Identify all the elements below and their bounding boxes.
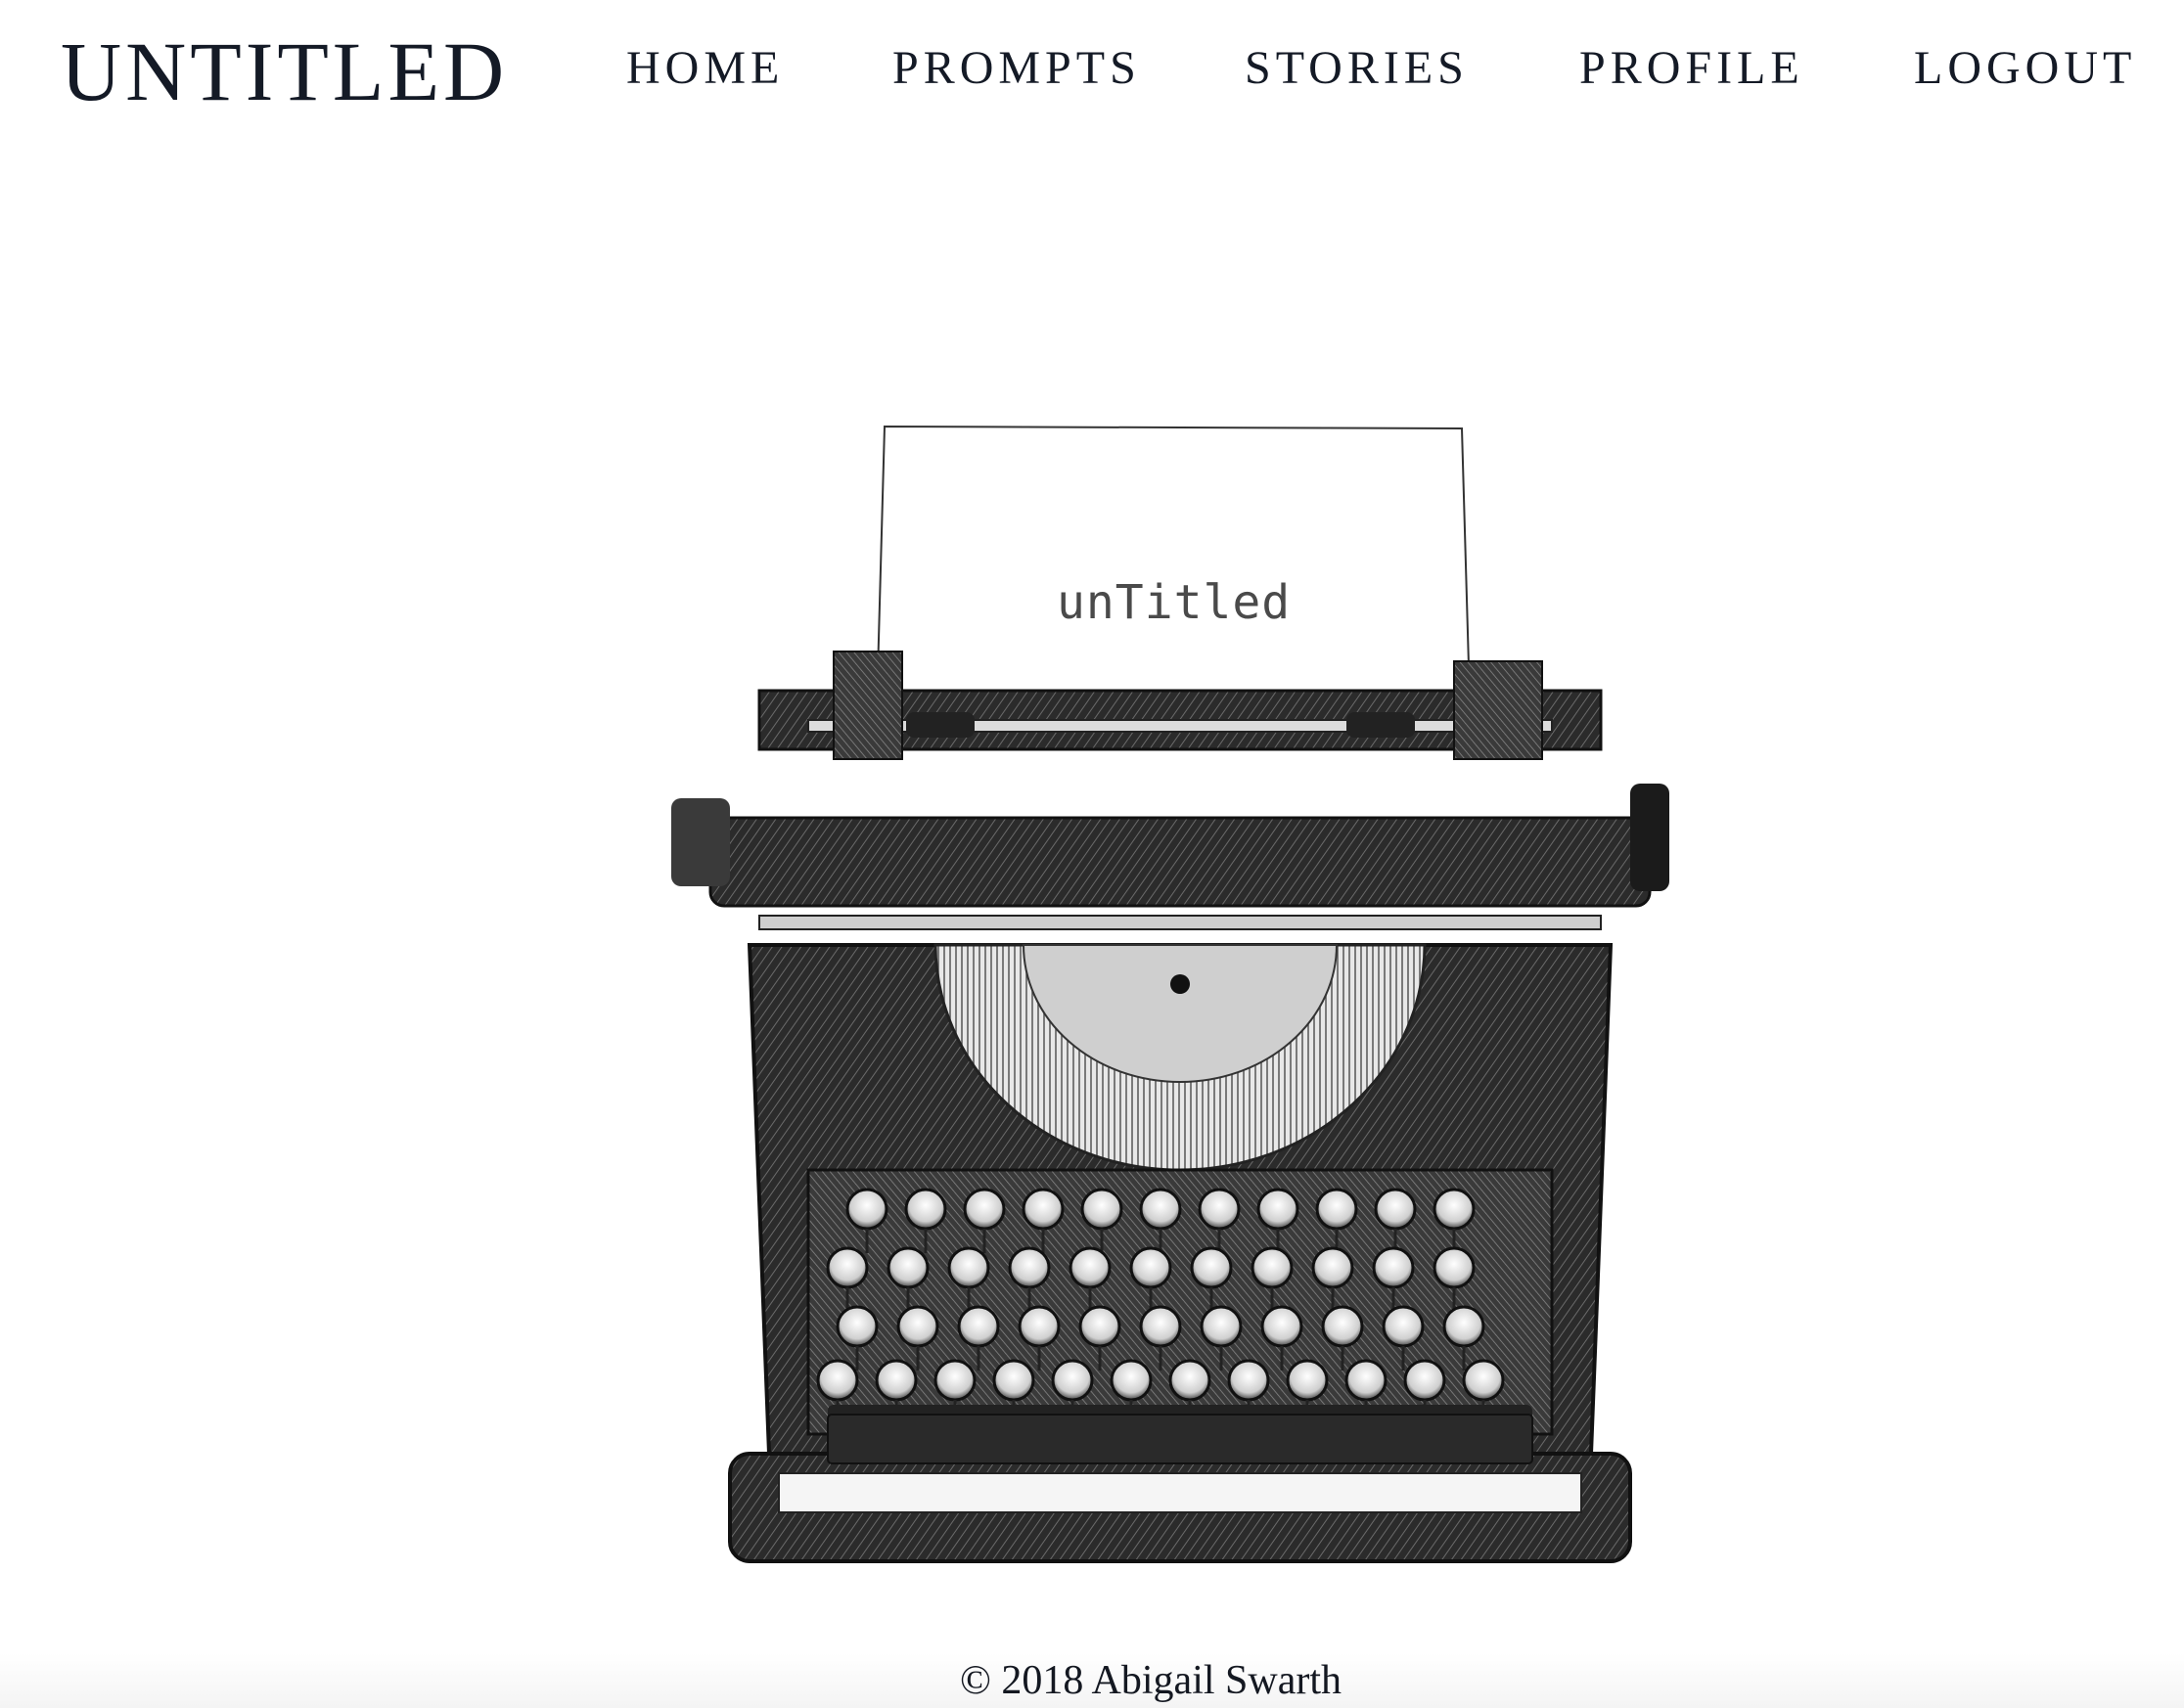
typewriter-key bbox=[1433, 1246, 1476, 1289]
typewriter-key bbox=[1260, 1305, 1303, 1348]
typewriter-key bbox=[1372, 1246, 1415, 1289]
typewriter-key bbox=[1069, 1246, 1112, 1289]
typewriter-key bbox=[1008, 1246, 1051, 1289]
typewriter-key bbox=[1018, 1305, 1061, 1348]
nav-home[interactable]: HOME bbox=[626, 39, 784, 98]
typewriter-key bbox=[1374, 1188, 1417, 1231]
typewriter-key bbox=[1256, 1188, 1299, 1231]
typewriter-key bbox=[1251, 1246, 1294, 1289]
typewriter-key bbox=[1286, 1359, 1329, 1402]
typewriter-key bbox=[1321, 1305, 1364, 1348]
typewriter-key bbox=[1462, 1359, 1505, 1402]
typewriter-key bbox=[896, 1305, 939, 1348]
copyright-text: © 2018 Abigail Swarth bbox=[959, 1658, 1342, 1703]
footer: © 2018 Abigail Swarth bbox=[0, 1653, 2184, 1708]
typewriter-key bbox=[816, 1359, 859, 1402]
main-nav: HOME PROMPTS STORIES PROFILE LOGOUT bbox=[0, 39, 2184, 98]
typewriter-key bbox=[845, 1188, 888, 1231]
typewriter-key bbox=[904, 1188, 947, 1231]
typewriter-key bbox=[1190, 1246, 1233, 1289]
typewriter-key bbox=[1344, 1359, 1388, 1402]
page: UNTITLED HOME PROMPTS STORIES PROFILE LO… bbox=[0, 0, 2184, 1708]
typewriter-illustration bbox=[613, 192, 1714, 1600]
typewriter-key bbox=[826, 1246, 869, 1289]
typewriter-key bbox=[1078, 1305, 1121, 1348]
typewriter-key bbox=[1315, 1188, 1358, 1231]
nav-stories[interactable]: STORIES bbox=[1245, 39, 1469, 98]
typewriter-key bbox=[1139, 1188, 1182, 1231]
typewriter-key bbox=[1403, 1359, 1446, 1402]
typewriter-key bbox=[1442, 1305, 1485, 1348]
typewriter-key bbox=[957, 1305, 1000, 1348]
typewriter-key bbox=[887, 1246, 930, 1289]
typewriter-key bbox=[1051, 1359, 1094, 1402]
typewriter-key bbox=[947, 1246, 990, 1289]
typewriter-key bbox=[1022, 1188, 1065, 1231]
typewriter-key bbox=[836, 1305, 879, 1348]
typewriter-key bbox=[1080, 1188, 1123, 1231]
typewriter-key bbox=[933, 1359, 977, 1402]
typewriter-key bbox=[1433, 1188, 1476, 1231]
typewriter-key bbox=[1168, 1359, 1211, 1402]
typewriter-key bbox=[1110, 1359, 1153, 1402]
typewriter-key bbox=[875, 1359, 918, 1402]
paper-title: unTitled bbox=[1057, 575, 1292, 630]
nav-logout[interactable]: LOGOUT bbox=[1914, 39, 2136, 98]
nav-profile[interactable]: PROFILE bbox=[1579, 39, 1804, 98]
typewriter-key bbox=[992, 1359, 1035, 1402]
typewriter-key bbox=[1311, 1246, 1354, 1289]
typewriter-key bbox=[1200, 1305, 1243, 1348]
typewriter-key bbox=[1382, 1305, 1425, 1348]
typewriter-key bbox=[1129, 1246, 1172, 1289]
typewriter-key bbox=[963, 1188, 1006, 1231]
nav-prompts[interactable]: PROMPTS bbox=[892, 39, 1141, 98]
typewriter-key bbox=[1139, 1305, 1182, 1348]
typewriter-key bbox=[1227, 1359, 1270, 1402]
typewriter-key bbox=[1198, 1188, 1241, 1231]
